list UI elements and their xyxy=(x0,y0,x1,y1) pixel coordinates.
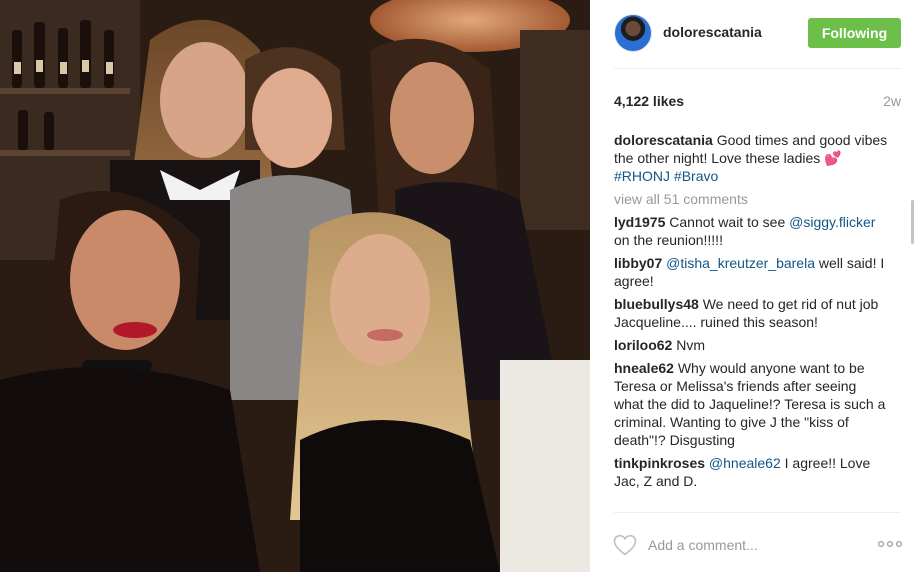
comment-mention[interactable]: @hneale62 xyxy=(709,455,781,471)
comment-item: libby07 @tisha_kreutzer_barela well said… xyxy=(614,254,888,290)
post-header: dolorescatania Following xyxy=(590,0,918,68)
caption: dolorescatania Good times and good vibes… xyxy=(614,131,888,185)
comment-text: Cannot wait to see xyxy=(669,214,790,230)
view-all-comments-link[interactable]: view all 51 comments xyxy=(614,190,888,208)
comment-username[interactable]: libby07 xyxy=(614,255,662,271)
post-author-username[interactable]: dolorescatania xyxy=(663,24,762,40)
comment-item: loriloo62 Nvm xyxy=(614,336,888,354)
comment-text: Nvm xyxy=(676,337,706,353)
likes-count[interactable]: 4,122 likes xyxy=(614,93,684,109)
caption-username[interactable]: dolorescatania xyxy=(614,132,713,148)
post-photo[interactable] xyxy=(0,0,590,572)
comment-item: hneale62 Why would anyone want to be Ter… xyxy=(614,359,888,449)
avatar[interactable] xyxy=(614,14,652,52)
header-divider xyxy=(614,68,901,69)
comment-username[interactable]: bluebullys48 xyxy=(614,296,699,312)
post-details-panel: dolorescatania Following 4,122 likes 2w … xyxy=(590,0,918,572)
heart-icon[interactable] xyxy=(613,534,637,556)
comment-text-end: on the reunion!!!!! xyxy=(614,232,723,248)
comment-mention[interactable]: @siggy.flicker xyxy=(789,214,875,230)
following-button[interactable]: Following xyxy=(808,18,901,48)
comment-mention[interactable]: @tisha_kreutzer_barela xyxy=(666,255,815,271)
footer-divider xyxy=(614,512,901,513)
comment-username[interactable]: lyd1975 xyxy=(614,214,665,230)
comments-list: dolorescatania Good times and good vibes… xyxy=(614,131,888,508)
comment-username[interactable]: hneale62 xyxy=(614,360,674,376)
hashtag-rhonj[interactable]: #RHONJ xyxy=(614,168,670,184)
comment-item: bluebullys48 We need to get rid of nut j… xyxy=(614,295,888,331)
post-age[interactable]: 2w xyxy=(883,93,901,109)
comment-footer xyxy=(590,516,918,572)
heart-emoji: 💕 xyxy=(824,150,842,166)
comment-item: tinkpinkroses @hneale62 I agree!! Love J… xyxy=(614,454,888,490)
group-photo-illustration xyxy=(0,0,590,572)
comments-scrollbar[interactable] xyxy=(911,200,914,244)
comment-item: lyd1975 Cannot wait to see @siggy.flicke… xyxy=(614,213,888,249)
comment-username[interactable]: tinkpinkroses xyxy=(614,455,705,471)
comment-username[interactable]: loriloo62 xyxy=(614,337,672,353)
hashtag-bravo[interactable]: #Bravo xyxy=(674,168,718,184)
more-options-icon[interactable] xyxy=(877,536,903,552)
add-comment-input[interactable] xyxy=(648,535,848,555)
